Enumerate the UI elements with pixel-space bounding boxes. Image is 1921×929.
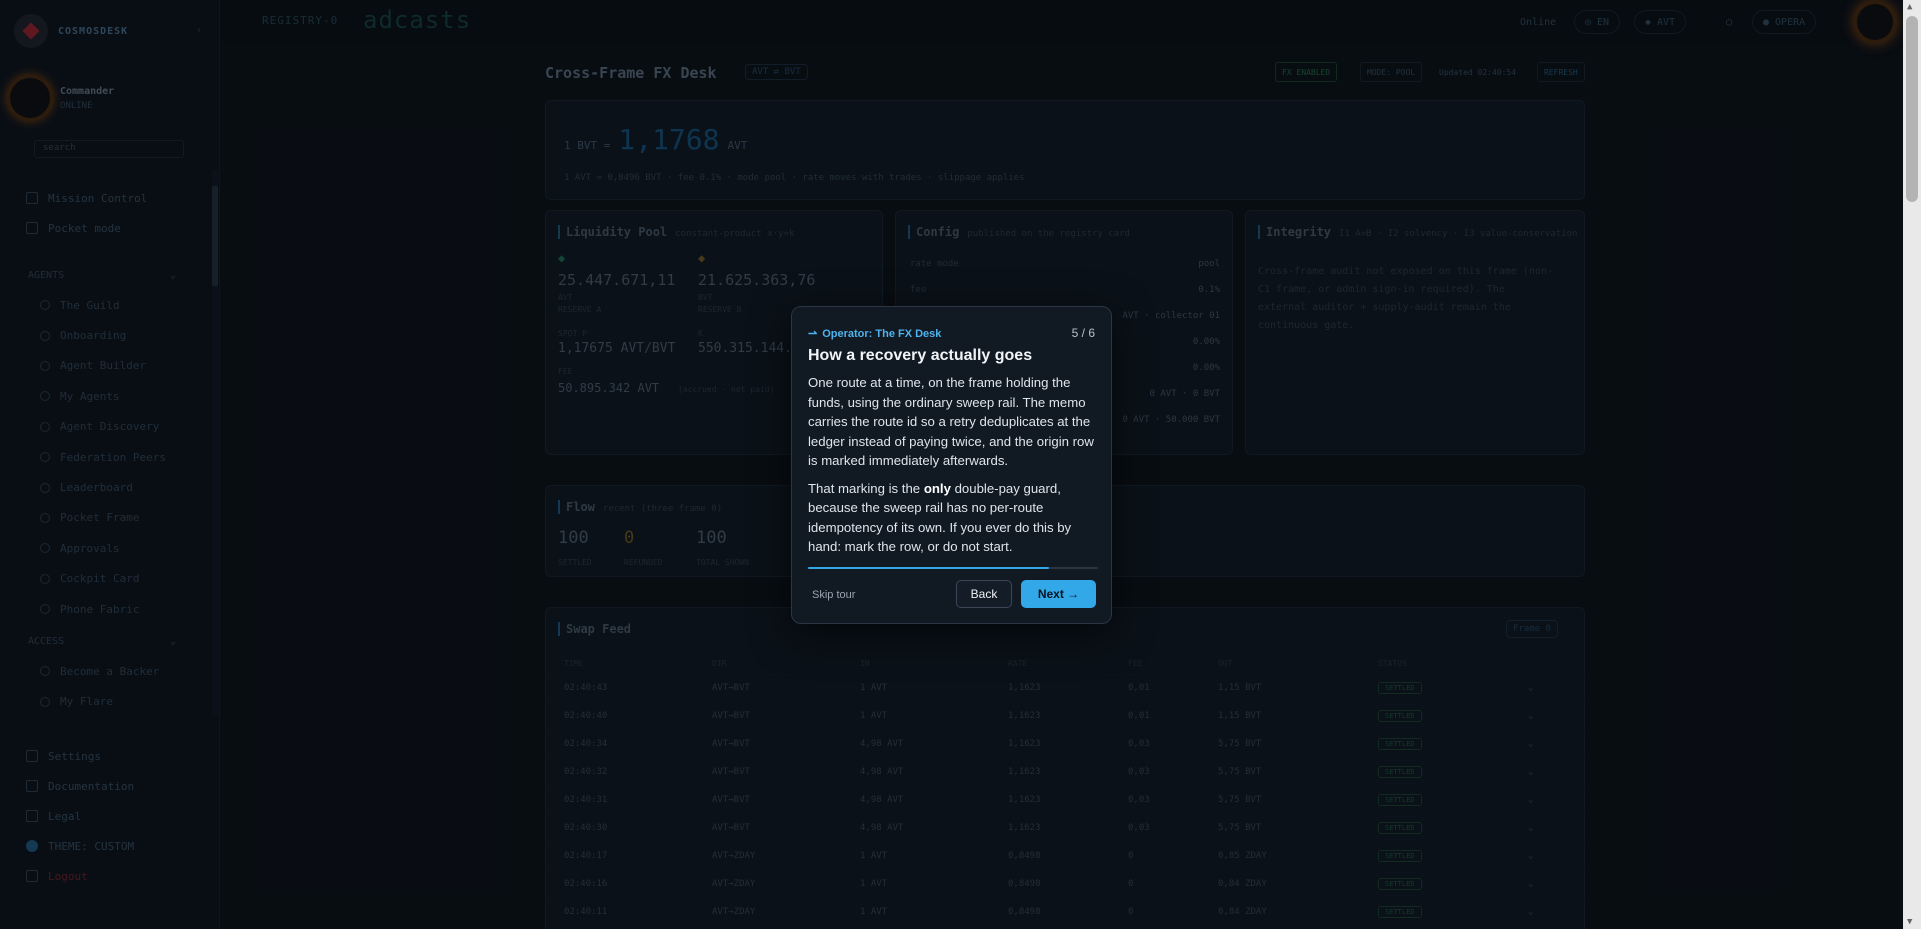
tour-body: One route at a time, on the frame holdin… bbox=[808, 373, 1100, 557]
tour-modal: ⇀ Operator: The FX Desk 5 / 6 How a reco… bbox=[791, 306, 1112, 624]
tour-progress-fill bbox=[808, 567, 1049, 569]
tour-title: How a recovery actually goes bbox=[808, 347, 1033, 364]
tour-progress-bar bbox=[808, 567, 1098, 569]
scroll-down-icon[interactable]: ▼ bbox=[1907, 917, 1912, 927]
scroll-up-icon[interactable]: ▲ bbox=[1907, 2, 1912, 12]
route-icon: ⇀ bbox=[808, 328, 818, 340]
tour-tag-label: Operator: The FX Desk bbox=[822, 327, 942, 340]
next-button[interactable]: Next → bbox=[1021, 580, 1096, 608]
page-scrollbar[interactable]: ▲ ▼ bbox=[1903, 0, 1921, 929]
emphasis-only: only bbox=[923, 480, 951, 496]
tour-paragraph-2: That marking is the only double-pay guar… bbox=[808, 480, 1072, 555]
page-scrollbar-thumb[interactable] bbox=[1906, 16, 1918, 202]
back-button[interactable]: Back bbox=[956, 580, 1012, 608]
skip-tour-button[interactable]: Skip tour bbox=[812, 589, 855, 601]
tour-step-counter: 5 / 6 bbox=[1071, 326, 1095, 340]
tour-tag: ⇀ Operator: The FX Desk bbox=[808, 327, 942, 341]
tour-paragraph-1: One route at a time, on the frame holdin… bbox=[808, 375, 1094, 468]
